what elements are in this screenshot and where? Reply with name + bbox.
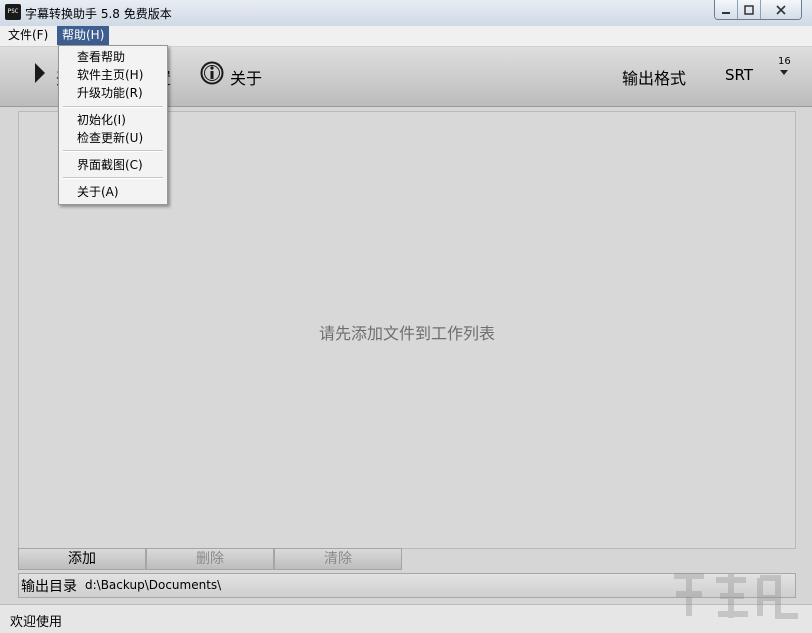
app-icon: PSC [5, 4, 21, 20]
window-controls [714, 0, 802, 20]
menu-separator [63, 177, 163, 179]
about-button-label[interactable]: 关于 [230, 65, 262, 89]
menu-item-about[interactable]: 关于(A) [77, 184, 119, 200]
output-directory-path[interactable]: d:\Backup\Documents\ [85, 578, 221, 592]
info-icon[interactable] [200, 61, 224, 85]
menu-separator [63, 150, 163, 152]
add-button[interactable]: 添加 [18, 548, 146, 570]
title-bar: PSC 字幕转换助手 5.8 免费版本 [0, 0, 812, 27]
menu-item-screenshot[interactable]: 界面截图(C) [77, 157, 143, 173]
format-count: 16 [778, 56, 791, 67]
menu-file[interactable]: 文件(F) [3, 26, 53, 45]
output-format-label: 输出格式 [622, 69, 687, 88]
menu-bar: 文件(F) 帮助(H) [0, 26, 812, 47]
help-dropdown-menu: 查看帮助 软件主页(H) 升级功能(R) 初始化(I) 检查更新(U) 界面截图… [58, 45, 168, 205]
play-icon[interactable] [33, 62, 47, 84]
chevron-down-icon[interactable] [780, 70, 788, 76]
output-directory-label: 输出目录 [21, 579, 77, 595]
clear-button[interactable]: 清除 [274, 548, 402, 570]
menu-separator [63, 106, 163, 108]
menu-help[interactable]: 帮助(H) [57, 26, 110, 45]
menu-item-initialize[interactable]: 初始化(I) [77, 112, 126, 128]
delete-button[interactable]: 删除 [146, 548, 274, 570]
menu-item-homepage[interactable]: 软件主页(H) [77, 67, 143, 83]
empty-hint: 请先添加文件到工作列表 [318, 324, 495, 343]
minimize-button[interactable] [715, 0, 738, 19]
maximize-icon [744, 4, 754, 15]
minimize-icon [722, 11, 730, 14]
close-button[interactable] [761, 0, 801, 19]
menu-item-check-update[interactable]: 检查更新(U) [77, 130, 143, 146]
window-title: 字幕转换助手 5.8 免费版本 [25, 7, 172, 21]
menu-item-view-help[interactable]: 查看帮助 [77, 49, 125, 65]
status-text: 欢迎使用 [10, 615, 63, 630]
watermark-logo [674, 573, 798, 619]
menu-item-upgrade[interactable]: 升级功能(R) [77, 85, 143, 101]
close-icon [776, 4, 786, 15]
output-format-value[interactable]: SRT [725, 66, 753, 84]
maximize-button[interactable] [738, 0, 761, 19]
